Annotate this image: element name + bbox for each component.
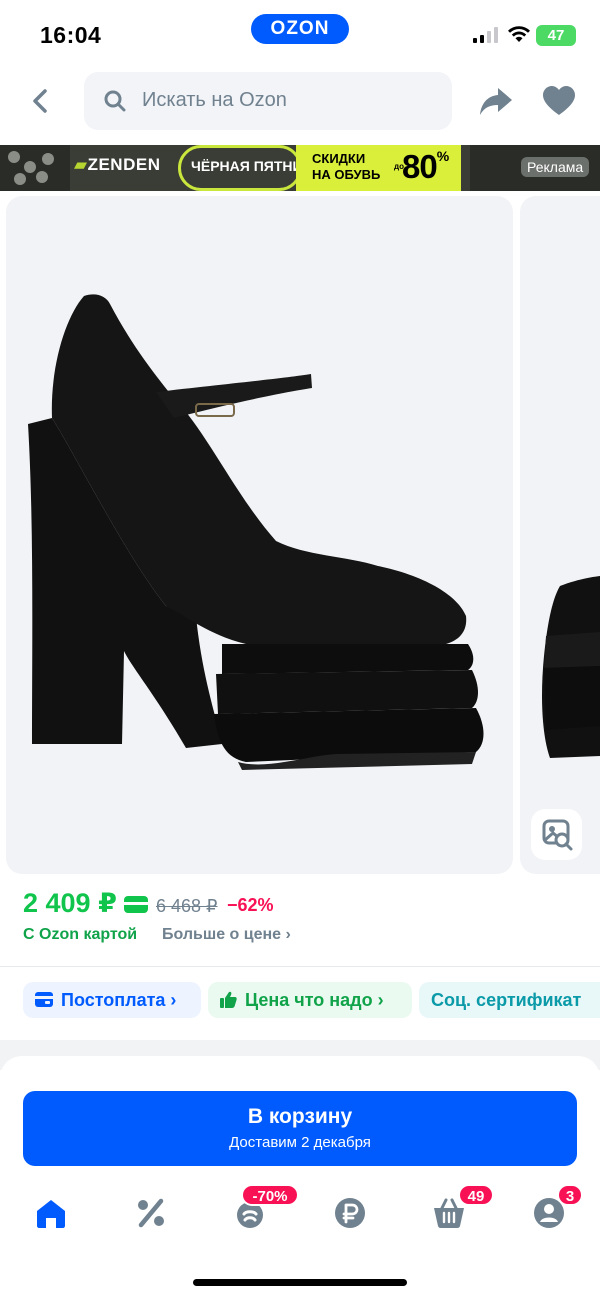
home-icon[interactable]	[34, 1196, 68, 1230]
ozon-card-icon	[124, 896, 148, 913]
cellular-signal-icon	[473, 27, 498, 43]
top-navigation: Искать на Ozon	[0, 72, 600, 130]
product-photo[interactable]	[6, 196, 513, 874]
chip-postpay[interactable]: Постоплата ›	[23, 982, 201, 1018]
divider	[0, 966, 600, 967]
cart-button-title: В корзину	[247, 1105, 353, 1128]
find-similar-button[interactable]	[531, 809, 582, 860]
ozon-card-caption[interactable]: С Ozon картой	[23, 926, 137, 944]
price-current: 2 409 ₽	[23, 888, 117, 918]
price-old: 6 468 ₽	[156, 896, 218, 916]
product-gallery[interactable]	[0, 196, 600, 874]
status-time: 16:04	[40, 22, 102, 48]
add-to-cart-button[interactable]: В корзину Доставим 2 декабря	[23, 1091, 577, 1166]
cart-button-subtitle: Доставим 2 декабря	[229, 1134, 371, 1151]
banner-discount-value: 80%	[402, 148, 449, 185]
battery-indicator: 47	[536, 25, 576, 46]
wifi-icon	[508, 26, 530, 42]
ad-banner[interactable]: ▰ZENDEN ЧЁРНАЯ ПЯТНИЦА СКИДКИ НА ОБУВЬ д…	[0, 145, 600, 191]
home-indicator	[193, 1279, 407, 1286]
ad-label: Реклама	[521, 157, 590, 177]
search-icon	[104, 90, 126, 112]
fresh-badge: -70%	[241, 1184, 299, 1206]
share-icon[interactable]	[478, 84, 514, 118]
profile-badge: 3	[557, 1184, 583, 1206]
ozon-logo-pill[interactable]: OZON	[251, 14, 349, 44]
search-placeholder: Искать на Ozon	[142, 89, 287, 111]
shoe-image	[28, 294, 484, 770]
product-photo-next[interactable]	[520, 196, 600, 874]
banner-brand: ▰ZENDEN	[74, 155, 161, 174]
search-field[interactable]: Искать на Ozon	[84, 72, 452, 130]
benefit-chips: Постоплата › Цена что надо › Соц. сертиф…	[23, 982, 600, 1018]
cart-badge: 49	[458, 1184, 494, 1206]
more-about-price-link[interactable]: Больше о цене ›	[162, 926, 291, 944]
percent-icon[interactable]	[134, 1196, 168, 1230]
banner-shoe-image-left	[0, 145, 70, 191]
bottom-tab-bar: -70% 49 3	[0, 1180, 600, 1250]
price-discount: −62%	[227, 895, 274, 915]
ruble-icon[interactable]	[333, 1196, 367, 1230]
chip-good-price[interactable]: Цена что надо ›	[208, 982, 412, 1018]
banner-discount-text: СКИДКИ НА ОБУВЬ	[312, 151, 381, 182]
chip-social-certificate[interactable]: Соц. сертификат	[419, 982, 600, 1018]
image-search-icon	[542, 819, 573, 851]
status-bar: 16:04 OZON 47	[0, 0, 600, 68]
back-arrow-icon[interactable]	[22, 82, 60, 120]
wallet-icon	[35, 992, 53, 1008]
heart-icon[interactable]	[542, 85, 576, 117]
thumbs-up-icon	[220, 991, 237, 1009]
